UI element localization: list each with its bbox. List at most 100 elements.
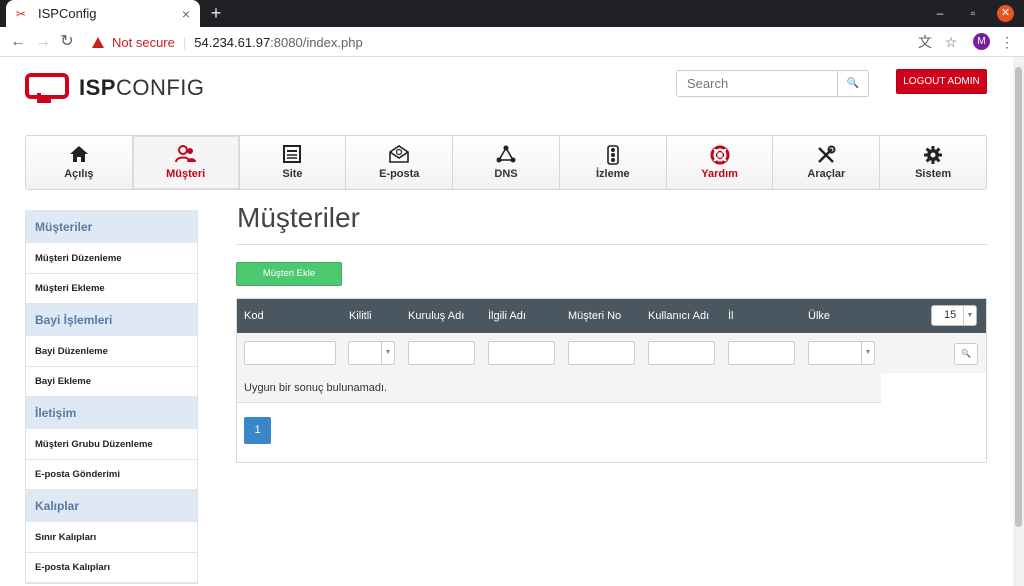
nav-item-dns[interactable]: DNS: [453, 136, 560, 189]
browser-tab-bar: ✂ ISPConfig × + – ▫ ✕: [0, 0, 1024, 27]
scrollbar-thumb[interactable]: [1015, 67, 1022, 527]
nav-label: Site: [282, 168, 303, 180]
browser-tab[interactable]: ✂ ISPConfig ×: [6, 0, 200, 27]
add-client-button[interactable]: Müşteri Ekle: [236, 262, 342, 286]
per-page-select[interactable]: 15 ▼: [931, 305, 977, 326]
forward-arrow-icon[interactable]: →: [33, 32, 53, 52]
warning-icon: [92, 36, 104, 48]
filter-kod-input[interactable]: [244, 341, 336, 365]
bookmark-star-icon[interactable]: ☆: [941, 32, 961, 52]
filter-kurulus-adi-input[interactable]: [408, 341, 475, 365]
column-header-kullanici-adi[interactable]: Kullanıcı Adı: [648, 310, 709, 322]
minimize-icon[interactable]: –: [930, 4, 950, 22]
chevron-down-icon: ▼: [381, 342, 394, 364]
nav-label: E-posta: [379, 168, 420, 180]
tab-title: ISPConfig: [38, 6, 97, 21]
filter-kilitli-select[interactable]: ▼: [348, 341, 395, 365]
filter-row: ▼ ▼ 🔍: [237, 333, 986, 373]
site-icon: [283, 145, 302, 165]
reload-icon[interactable]: ↻: [57, 32, 77, 52]
ispconfig-favicon-icon: ✂: [16, 6, 27, 21]
back-arrow-icon[interactable]: ←: [8, 32, 28, 52]
tools-icon: [816, 145, 836, 165]
empty-message: Uygun bir sonuç bulunamadı.: [237, 373, 881, 403]
sidebar-section-bayi-islemleri: Bayi İşlemleri: [26, 304, 197, 337]
column-header-musteri-no[interactable]: Müşteri No: [568, 310, 621, 322]
table-header: Kod Kilitli Kuruluş Adı İlgili Adı Müşte…: [237, 299, 986, 333]
main-navigation: Açılış Müşteri Site E-posta DNS İzleme Y…: [25, 135, 987, 190]
search-icon: 🔍: [961, 349, 971, 358]
nav-item-site[interactable]: Site: [240, 136, 347, 189]
column-header-kod[interactable]: Kod: [244, 310, 264, 322]
traffic-light-icon: [606, 145, 619, 165]
dns-icon: [496, 145, 516, 165]
not-secure-label[interactable]: Not secure: [112, 35, 175, 50]
search-input[interactable]: [676, 70, 838, 97]
page-content: ISPCONFIG 🔍 LOGOUT ADMIN Açılış Müşteri: [0, 57, 1013, 586]
omnibox-separator: |: [182, 34, 187, 50]
nav-item-izleme[interactable]: İzleme: [560, 136, 667, 189]
nav-label: Açılış: [64, 168, 94, 180]
filter-ilgili-adi-input[interactable]: [488, 341, 555, 365]
nav-item-sistem[interactable]: Sistem: [880, 136, 986, 189]
sidebar-section-iletisim: İletişim: [26, 397, 197, 430]
ispconfig-logo[interactable]: ISPCONFIG: [25, 71, 205, 105]
sidebar-item-bayi-duzenleme[interactable]: Bayi Düzenleme: [26, 337, 197, 367]
sidebar-item-musteri-duzenleme[interactable]: Müşteri Düzenleme: [26, 244, 197, 274]
sidebar-item-eposta-kaliplari[interactable]: E-posta Kalıpları: [26, 553, 197, 583]
search-button[interactable]: 🔍: [837, 70, 869, 97]
logo-mark-icon: [25, 71, 71, 105]
logout-button[interactable]: LOGOUT ADMIN: [896, 69, 987, 94]
sidebar: Müşteriler Müşteri Düzenleme Müşteri Ekl…: [25, 210, 198, 584]
browser-menu-icon[interactable]: ⋮: [997, 32, 1017, 52]
nav-label: Yardım: [701, 168, 738, 180]
column-header-ulke[interactable]: Ülke: [808, 310, 830, 322]
column-header-kurulus-adi[interactable]: Kuruluş Adı: [408, 310, 464, 322]
profile-avatar[interactable]: M: [973, 33, 990, 50]
filter-kullanici-adi-input[interactable]: [648, 341, 715, 365]
filter-ulke-select[interactable]: ▼: [808, 341, 875, 365]
lifebuoy-icon: [710, 145, 730, 165]
url-text[interactable]: 54.234.61.97:8080/index.php: [194, 35, 362, 50]
nav-item-eposta[interactable]: E-posta: [346, 136, 454, 189]
search-icon: 🔍: [846, 78, 860, 89]
sidebar-item-musteri-ekleme[interactable]: Müşteri Ekleme: [26, 274, 197, 304]
clients-table: Kod Kilitli Kuruluş Adı İlgili Adı Müşte…: [236, 298, 987, 463]
nav-label: Araçlar: [807, 168, 846, 180]
mail-icon: [389, 145, 410, 165]
chevron-down-icon: ▼: [963, 306, 976, 325]
nav-label: Müşteri: [166, 168, 206, 180]
restore-icon[interactable]: ▫: [963, 4, 983, 22]
column-header-il[interactable]: İl: [728, 310, 734, 322]
sidebar-item-musteri-grubu-duzenleme[interactable]: Müşteri Grubu Düzenleme: [26, 430, 197, 460]
nav-item-araclar[interactable]: Araçlar: [773, 136, 881, 189]
sidebar-item-sinir-kaliplari[interactable]: Sınır Kalıpları: [26, 523, 197, 553]
page-title: Müşteriler: [237, 202, 360, 233]
translate-icon[interactable]: 文: [915, 32, 935, 52]
sidebar-item-eposta-gonderimi[interactable]: E-posta Gönderimi: [26, 460, 197, 490]
filter-il-input[interactable]: [728, 341, 795, 365]
pagination-page-1[interactable]: 1: [244, 417, 271, 444]
logo-text-bold: ISP: [79, 75, 116, 100]
filter-search-button[interactable]: 🔍: [954, 343, 978, 365]
column-header-kilitli[interactable]: Kilitli: [349, 310, 372, 322]
logo-text: ISPCONFIG: [79, 75, 205, 101]
new-tab-button[interactable]: +: [206, 3, 226, 23]
url-host: 54.234.61.97: [194, 34, 271, 50]
window-close-icon[interactable]: ✕: [997, 5, 1014, 22]
sidebar-item-bayi-ekleme[interactable]: Bayi Ekleme: [26, 367, 197, 397]
address-bar[interactable]: Not secure | 54.234.61.97:8080/index.php: [86, 30, 966, 54]
filter-musteri-no-input[interactable]: [568, 341, 635, 365]
chevron-down-icon: ▼: [861, 342, 874, 364]
tab-close-icon[interactable]: ×: [176, 6, 196, 22]
nav-item-musteri[interactable]: Müşteri: [132, 136, 240, 189]
nav-label: İzleme: [595, 168, 630, 180]
column-header-ilgili-adi[interactable]: İlgili Adı: [488, 310, 526, 322]
home-icon: [69, 145, 89, 165]
nav-item-yardim[interactable]: Yardım: [667, 136, 774, 189]
page-scrollbar[interactable]: [1013, 57, 1024, 586]
nav-item-acilis[interactable]: Açılış: [26, 136, 133, 189]
browser-toolbar: ← → ↻ Not secure | 54.234.61.97:8080/ind…: [0, 27, 1024, 57]
per-page-value: 15: [944, 309, 957, 321]
title-divider: [237, 244, 987, 245]
